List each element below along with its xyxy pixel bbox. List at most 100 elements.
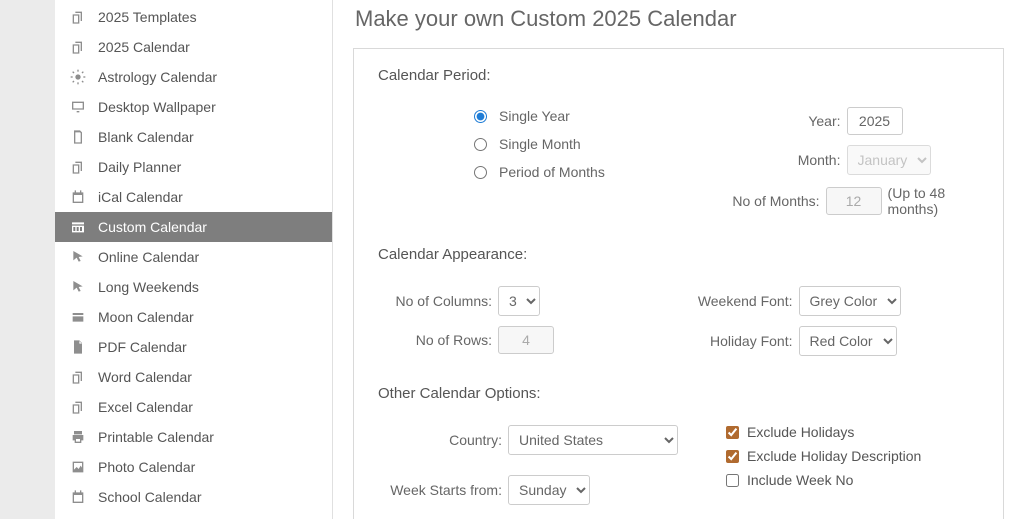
sidebar-item-word-calendar[interactable]: Word Calendar	[55, 362, 332, 392]
nmonths-hint: (Up to 48 months)	[888, 185, 979, 217]
weekstart-label: Week Starts from:	[378, 482, 508, 498]
appearance-right: Weekend Font: Grey Color Holiday Font: R…	[679, 281, 980, 361]
doc-fold-icon	[70, 339, 86, 355]
month-select[interactable]: January	[847, 145, 931, 175]
other-section-label: Other Calendar Options:	[378, 385, 979, 402]
copy-icon	[70, 39, 86, 55]
sidebar-item-label: 2025 Calendar	[98, 39, 190, 55]
period-fields: Year: Month: January No of Months:	[727, 102, 980, 222]
calendar-icon	[70, 489, 86, 505]
weekend-label: Weekend Font:	[679, 293, 799, 309]
printer-icon	[70, 429, 86, 445]
period-radio-input[interactable]	[474, 166, 487, 179]
period-radio-group: Single Year Single Month Period of Months	[378, 102, 727, 222]
appearance-left: No of Columns: 3 No of Rows:	[378, 281, 679, 361]
country-select[interactable]: United States	[508, 425, 678, 455]
period-option-period-of-months[interactable]: Period of Months	[474, 158, 727, 186]
sidebar-item-printable-calendar[interactable]: Printable Calendar	[55, 422, 332, 452]
exclude-holiday-desc-input[interactable]	[726, 450, 739, 463]
sidebar-item-label: School Calendar	[98, 489, 202, 505]
sidebar-item-long-weekends[interactable]: Long Weekends	[55, 272, 332, 302]
sidebar-item-label: Printable Calendar	[98, 429, 214, 445]
sidebar-item-daily-planner[interactable]: Daily Planner	[55, 152, 332, 182]
period-option-single-year[interactable]: Single Year	[474, 102, 727, 130]
exclude-holiday-desc-checkbox[interactable]: Exclude Holiday Description	[726, 444, 979, 468]
cols-select[interactable]: 3	[498, 286, 540, 316]
sidebar-item-label: Astrology Calendar	[98, 69, 217, 85]
weekstart-select[interactable]: Sunday	[508, 475, 590, 505]
sun-icon	[70, 69, 86, 85]
rows-input[interactable]	[498, 326, 554, 354]
sidebar-item-label: Photo Calendar	[98, 459, 195, 475]
country-label: Country:	[378, 432, 508, 448]
page-title: Make your own Custom 2025 Calendar	[355, 6, 1004, 32]
sidebar-item-label: Moon Calendar	[98, 309, 194, 325]
cursor-icon	[70, 279, 86, 295]
sidebar-item-label: Online Calendar	[98, 249, 199, 265]
sidebar-item-2025-templates[interactable]: 2025 Templates	[55, 2, 332, 32]
cols-label: No of Columns:	[378, 293, 498, 309]
period-section-label: Calendar Period:	[378, 67, 979, 84]
copy-icon	[70, 9, 86, 25]
include-week-no-label: Include Week No	[747, 472, 853, 488]
sidebar-item-pdf-calendar[interactable]: PDF Calendar	[55, 332, 332, 362]
rows-label: No of Rows:	[378, 332, 498, 348]
sidebar-item-ical-calendar[interactable]: iCal Calendar	[55, 182, 332, 212]
period-option-label: Single Month	[499, 136, 581, 152]
nmonths-input[interactable]	[826, 187, 882, 215]
include-week-no-input[interactable]	[726, 474, 739, 487]
exclude-holidays-checkbox[interactable]: Exclude Holidays	[726, 420, 979, 444]
sidebar-item-label: Blank Calendar	[98, 129, 194, 145]
sidebar-item-2025-calendar[interactable]: 2025 Calendar	[55, 32, 332, 62]
sidebar-item-label: Custom Calendar	[98, 219, 207, 235]
other-left: Country: United States Week Starts from:…	[378, 420, 678, 510]
sidebar-item-astrology-calendar[interactable]: Astrology Calendar	[55, 62, 332, 92]
sidebar-item-custom-calendar[interactable]: Custom Calendar	[55, 212, 332, 242]
sidebar-item-label: iCal Calendar	[98, 189, 183, 205]
monitor-icon	[70, 99, 86, 115]
period-radio-input[interactable]	[474, 138, 487, 151]
year-label: Year:	[727, 113, 847, 129]
sidebar-item-moon-calendar[interactable]: Moon Calendar	[55, 302, 332, 332]
sidebar-item-label: Long Weekends	[98, 279, 199, 295]
copy-icon	[70, 399, 86, 415]
sidebar: 2025 Templates 2025 Calendar Astrology Cal…	[55, 0, 333, 519]
sidebar-item-photo-calendar[interactable]: Photo Calendar	[55, 452, 332, 482]
period-option-label: Single Year	[499, 108, 570, 124]
sidebar-item-label: PDF Calendar	[98, 339, 187, 355]
copy-icon	[70, 369, 86, 385]
section-other-options: Other Calendar Options: Country: United …	[378, 385, 979, 510]
sidebar-item-label: 2025 Templates	[98, 9, 197, 25]
section-calendar-period: Calendar Period: Single Year Single Month…	[378, 67, 979, 222]
doc-icon	[70, 129, 86, 145]
sidebar-item-label: Desktop Wallpaper	[98, 99, 216, 115]
period-option-label: Period of Months	[499, 164, 605, 180]
holiday-font-select[interactable]: Red Color	[799, 326, 897, 356]
sidebar-item-desktop-wallpaper[interactable]: Desktop Wallpaper	[55, 92, 332, 122]
main-content: Make your own Custom 2025 Calendar Calen…	[333, 0, 1024, 519]
sidebar-item-label: Word Calendar	[98, 369, 192, 385]
image-icon	[70, 459, 86, 475]
sidebar-item-blank-calendar[interactable]: Blank Calendar	[55, 122, 332, 152]
calendar-icon	[70, 189, 86, 205]
appearance-section-label: Calendar Appearance:	[378, 246, 979, 263]
holiday-label: Holiday Font:	[679, 333, 799, 349]
calendar-form-panel: Calendar Period: Single Year Single Month…	[353, 48, 1004, 519]
period-option-single-month[interactable]: Single Month	[474, 130, 727, 158]
sidebar-item-label: Excel Calendar	[98, 399, 193, 415]
period-radio-input[interactable]	[474, 110, 487, 123]
sidebar-item-excel-calendar[interactable]: Excel Calendar	[55, 392, 332, 422]
sidebar-item-school-calendar[interactable]: School Calendar	[55, 482, 332, 512]
include-week-no-checkbox[interactable]: Include Week No	[726, 468, 979, 492]
weekend-font-select[interactable]: Grey Color	[799, 286, 901, 316]
month-label: Month:	[727, 152, 847, 168]
exclude-holidays-input[interactable]	[726, 426, 739, 439]
year-input[interactable]	[847, 107, 903, 135]
grid-small-icon	[70, 309, 86, 325]
exclude-holiday-desc-label: Exclude Holiday Description	[747, 448, 921, 464]
section-calendar-appearance: Calendar Appearance: No of Columns: 3 No…	[378, 246, 979, 361]
sidebar-item-online-calendar[interactable]: Online Calendar	[55, 242, 332, 272]
exclude-holidays-label: Exclude Holidays	[747, 424, 854, 440]
grid-icon	[70, 219, 86, 235]
cursor-icon	[70, 249, 86, 265]
